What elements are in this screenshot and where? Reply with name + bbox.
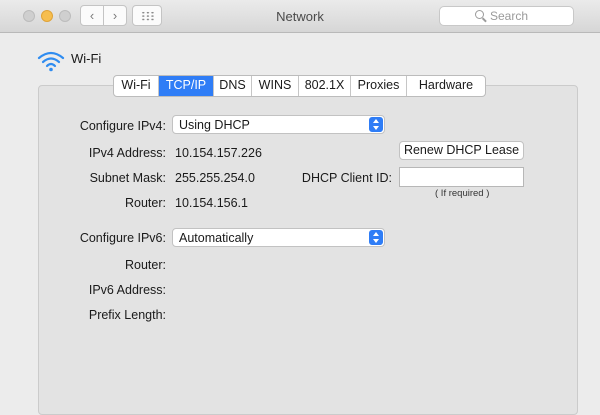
- configure-ipv6-value: Automatically: [179, 231, 254, 245]
- tab-hardware[interactable]: Hardware: [407, 76, 485, 96]
- configure-ipv6-label: Configure IPv6:: [79, 231, 166, 245]
- network-preferences-window: ‹ › Network Wi-Fi Wi-Fi TCP/IP DNS WINS …: [0, 0, 600, 415]
- subnet-mask-value: 255.255.254.0: [175, 171, 255, 185]
- updown-arrows-icon: [369, 230, 383, 245]
- subnet-mask-label: Subnet Mask:: [89, 171, 166, 185]
- ipv4-address-label: IPv4 Address:: [88, 146, 166, 160]
- ipv4-address-value: 10.154.157.226: [175, 146, 262, 160]
- search-icon: [475, 10, 484, 19]
- interface-name: Wi-Fi: [71, 51, 102, 66]
- tab-bar: Wi-Fi TCP/IP DNS WINS 802.1X Proxies Har…: [113, 75, 486, 97]
- ipv4-router-label: Router:: [125, 196, 166, 210]
- tab-wins[interactable]: WINS: [252, 76, 299, 96]
- ipv6-router-label: Router:: [125, 258, 166, 272]
- configure-ipv4-label: Configure IPv4:: [79, 119, 166, 133]
- tab-tcpip[interactable]: TCP/IP: [159, 76, 214, 96]
- tab-proxies[interactable]: Proxies: [351, 76, 407, 96]
- configure-ipv4-value: Using DHCP: [179, 118, 250, 132]
- wifi-icon: [37, 51, 65, 72]
- configure-ipv6-select[interactable]: Automatically: [172, 228, 385, 247]
- settings-panel: [38, 85, 578, 415]
- dhcp-client-id-label: DHCP Client ID:: [301, 171, 392, 185]
- tab-wifi[interactable]: Wi-Fi: [114, 76, 159, 96]
- search-input[interactable]: [490, 8, 570, 24]
- dhcp-client-id-field[interactable]: [399, 167, 524, 187]
- dhcp-client-id-hint: ( If required ): [435, 188, 490, 199]
- title-bar: ‹ › Network: [0, 0, 600, 33]
- updown-arrows-icon: [369, 117, 383, 132]
- ipv4-router-value: 10.154.156.1: [175, 196, 248, 210]
- search-field[interactable]: [439, 6, 574, 26]
- tab-8021x[interactable]: 802.1X: [299, 76, 351, 96]
- configure-ipv4-select[interactable]: Using DHCP: [172, 115, 385, 134]
- ipv6-address-label: IPv6 Address:: [88, 283, 166, 297]
- tab-dns[interactable]: DNS: [214, 76, 252, 96]
- prefix-length-label: Prefix Length:: [88, 308, 166, 322]
- renew-dhcp-lease-button[interactable]: Renew DHCP Lease: [399, 141, 524, 160]
